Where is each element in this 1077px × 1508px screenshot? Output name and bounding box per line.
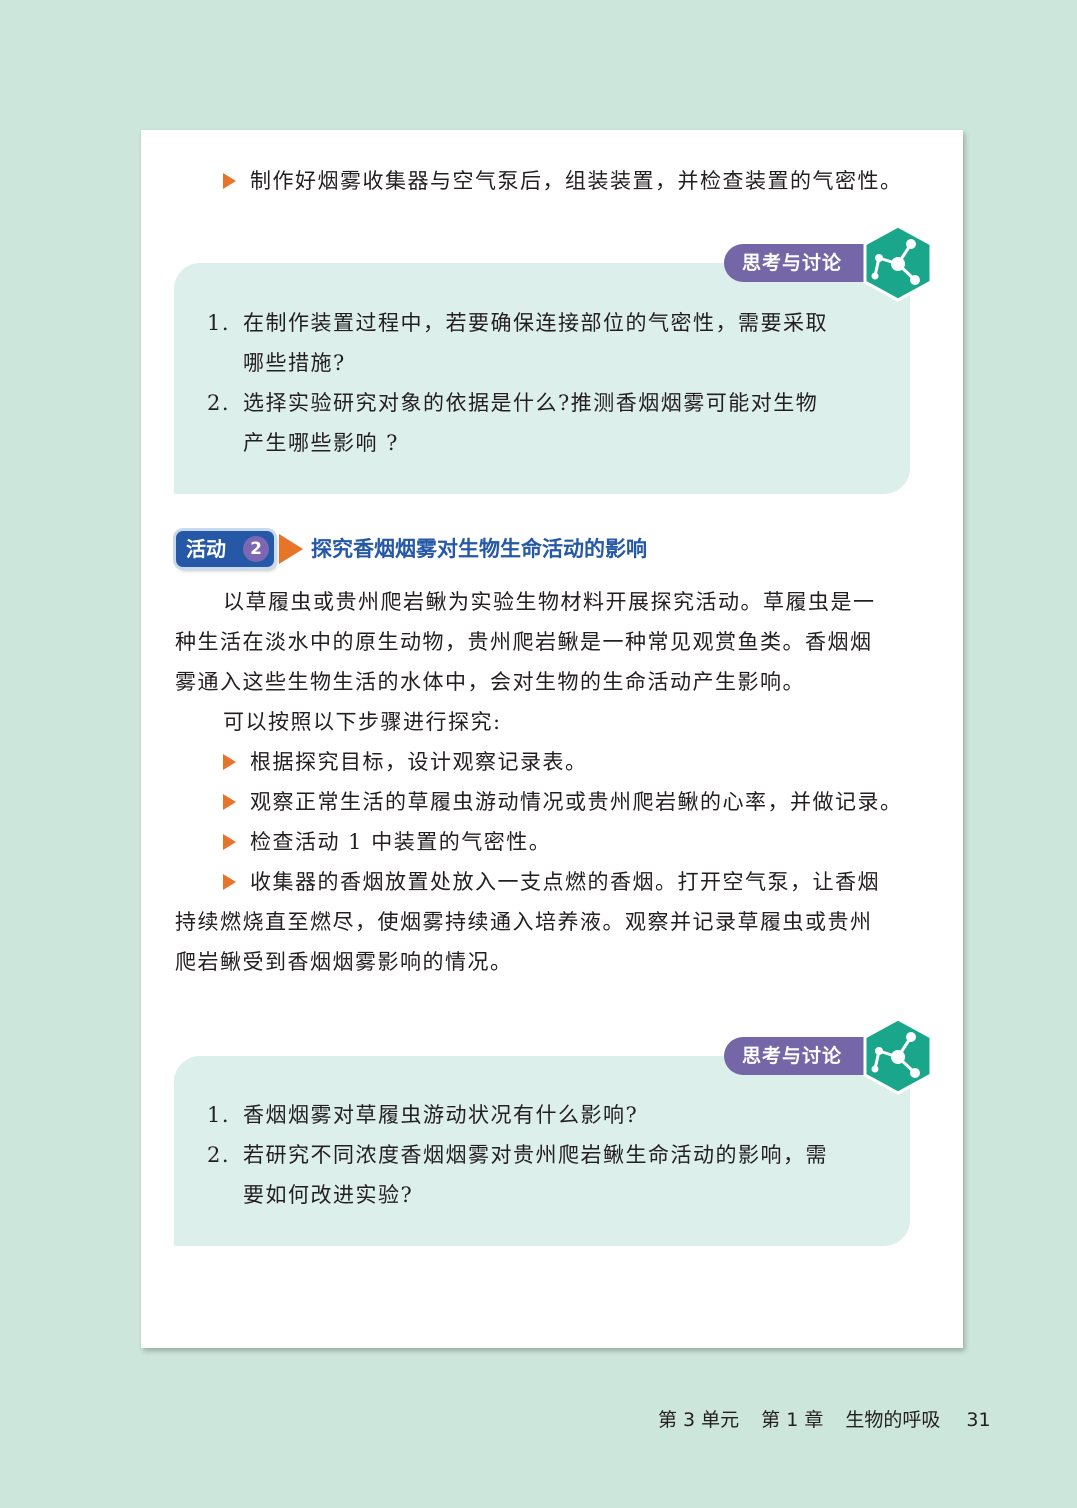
step-4: 收集器的香烟放置处放入一支点燃的香烟。打开空气泵，让香烟 — [223, 867, 880, 897]
think2-question-1: 1. 香烟烟雾对草履虫游动状况有什么影响? — [207, 1100, 638, 1130]
question-text: 香烟烟雾对草履虫游动状况有什么影响? — [243, 1103, 639, 1127]
step-text: 根据探究目标，设计观察记录表。 — [250, 750, 588, 774]
textbook-page: 制作好烟雾收集器与空气泵后，组装装置，并检查装置的气密性。 思考与讨论 1. 在制… — [141, 130, 963, 1348]
step-3: 检查活动 1 中装置的气密性。 — [223, 827, 551, 857]
paragraph-1-line-3: 雾通入这些生物生活的水体中，会对生物的生命活动产生影响。 — [175, 670, 805, 694]
orange-triangle-icon — [223, 794, 236, 810]
think2-question-2: 2. 若研究不同浓度香烟烟雾对贵州爬岩鳅生命活动的影响，需 — [207, 1140, 828, 1170]
activity-number: 2 — [243, 536, 269, 562]
orange-arrow-icon — [279, 534, 303, 564]
activity-badge: 活动 2 — [176, 531, 274, 567]
orange-triangle-icon — [223, 834, 236, 850]
think1-question-1-cont: 哪些措施? — [243, 351, 346, 375]
step-4-line-2: 持续燃烧直至燃尽，使烟雾持续通入培养液。观察并记录草履虫或贵州 — [175, 910, 873, 934]
question-number: 2. — [207, 391, 231, 415]
question-text: 选择实验研究对象的依据是什么?推测香烟烟雾可能对生物 — [243, 391, 819, 415]
think-discuss-box-1 — [174, 263, 910, 494]
question-number: 1. — [207, 311, 231, 335]
orange-triangle-icon — [223, 754, 236, 770]
molecule-network-icon — [863, 1017, 933, 1095]
step-text: 观察正常生活的草履虫游动情况或贵州爬岩鳅的心率，并做记录。 — [250, 790, 903, 814]
page-footer: 第 3 单元第 1 章生物的呼吸 31 — [658, 1406, 991, 1434]
page-number: 31 — [966, 1409, 991, 1431]
paragraph-2: 可以按照以下步骤进行探究: — [223, 710, 502, 734]
question-text: 在制作装置过程中，若要确保连接部位的气密性，需要采取 — [243, 311, 828, 335]
activity-title: 探究香烟烟雾对生物生命活动的影响 — [311, 537, 647, 561]
intro-bullet-text: 制作好烟雾收集器与空气泵后，组装装置，并检查装置的气密性。 — [250, 169, 903, 193]
orange-triangle-icon — [223, 173, 236, 189]
step-4-line-3: 爬岩鳅受到香烟烟雾影响的情况。 — [175, 950, 513, 974]
footer-chapter: 第 1 章 — [761, 1409, 824, 1431]
step-1: 根据探究目标，设计观察记录表。 — [223, 747, 588, 777]
step-text: 收集器的香烟放置处放入一支点燃的香烟。打开空气泵，让香烟 — [250, 870, 880, 894]
footer-unit: 第 3 单元 — [658, 1409, 740, 1431]
think2-question-2-cont: 要如何改进实验? — [243, 1183, 414, 1207]
orange-triangle-icon — [223, 874, 236, 890]
think1-question-2-cont: 产生哪些影响 ? — [243, 431, 399, 455]
paragraph-1-line-1: 以草履虫或贵州爬岩鳅为实验生物材料开展探究活动。草履虫是一 — [223, 590, 876, 614]
activity-label: 活动 — [186, 537, 226, 561]
footer-chapter-title: 生物的呼吸 — [845, 1409, 941, 1431]
question-number: 1. — [207, 1103, 231, 1127]
paragraph-1-line-2: 种生活在淡水中的原生动物，贵州爬岩鳅是一种常见观赏鱼类。香烟烟 — [175, 630, 873, 654]
step-2: 观察正常生活的草履虫游动情况或贵州爬岩鳅的心率，并做记录。 — [223, 787, 903, 817]
question-text: 若研究不同浓度香烟烟雾对贵州爬岩鳅生命活动的影响，需 — [243, 1143, 828, 1167]
step-text: 检查活动 1 中装置的气密性。 — [250, 830, 552, 854]
question-number: 2. — [207, 1143, 231, 1167]
intro-bullet-line: 制作好烟雾收集器与空气泵后，组装装置，并检查装置的气密性。 — [223, 166, 903, 196]
think1-question-2: 2. 选择实验研究对象的依据是什么?推测香烟烟雾可能对生物 — [207, 388, 818, 418]
molecule-network-icon — [863, 224, 933, 302]
think1-question-1: 1. 在制作装置过程中，若要确保连接部位的气密性，需要采取 — [207, 308, 828, 338]
